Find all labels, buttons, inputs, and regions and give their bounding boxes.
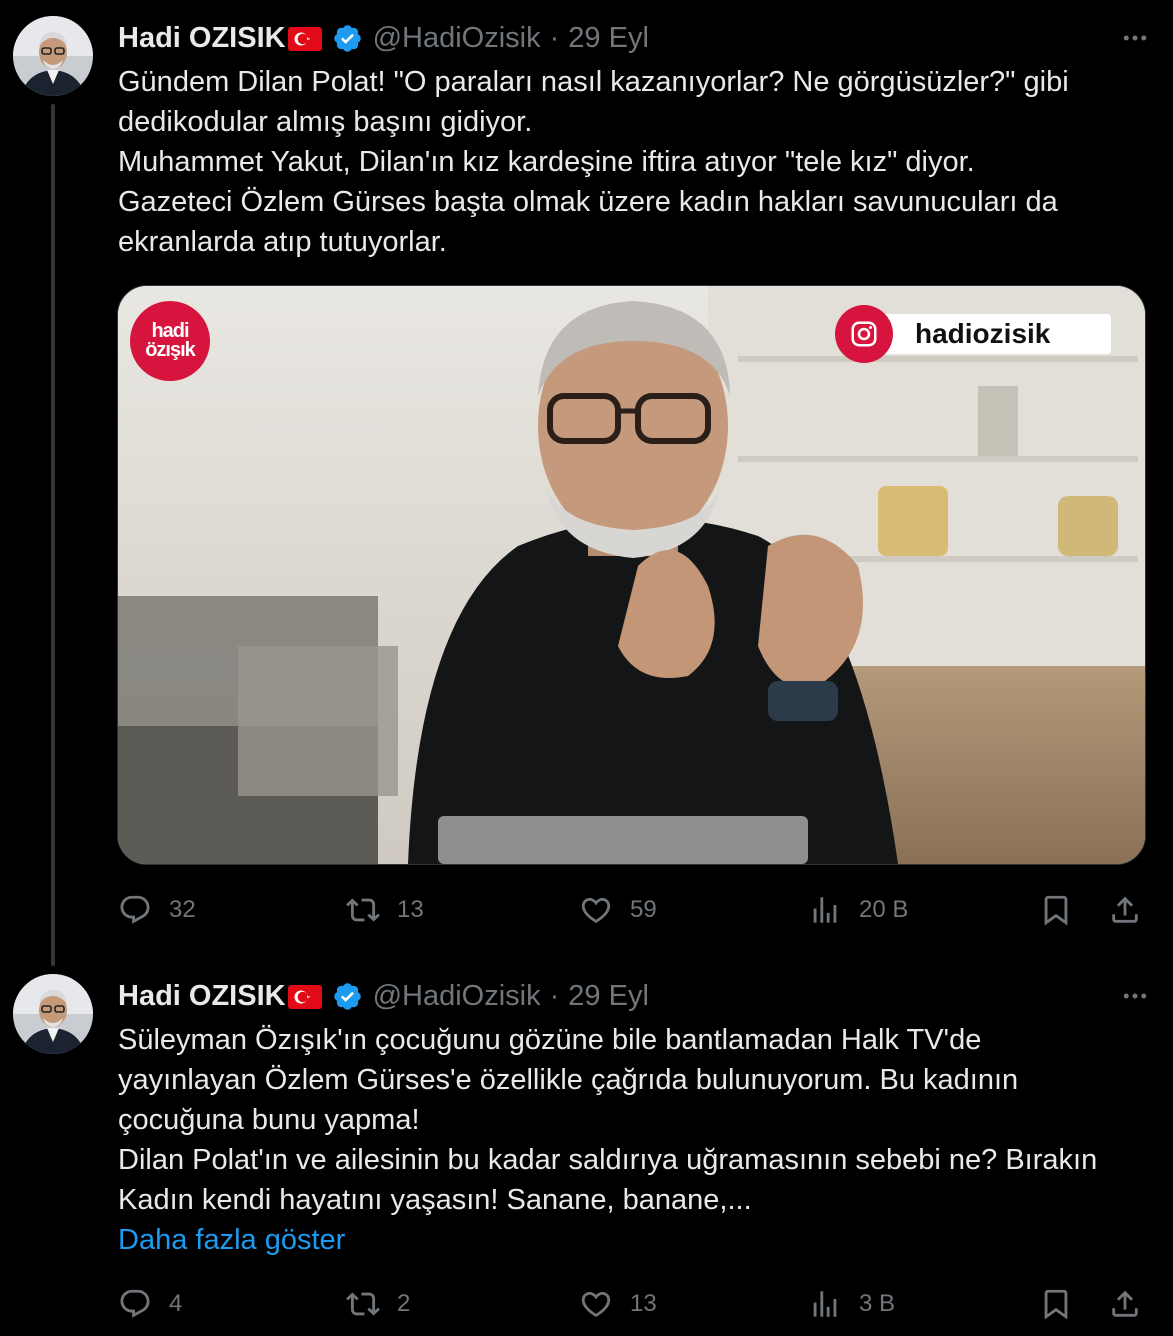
- tweet-text-line: yayınlayan Özlem Gürses'e özellikle çağr…: [118, 1064, 1019, 1096]
- instagram-icon: [835, 305, 893, 363]
- repost-count: 2: [397, 1290, 411, 1317]
- handle[interactable]: @HadiOzisik: [373, 980, 541, 1013]
- reply-count: 32: [169, 896, 196, 923]
- brand-logo-text: özışık: [145, 339, 196, 361]
- views-icon: [813, 897, 837, 923]
- more-icon: [1123, 35, 1147, 41]
- tweet-text-line: çocuğuna bunu yapma!: [118, 1104, 420, 1136]
- bookmark-icon: [1044, 1289, 1068, 1320]
- avatar[interactable]: [13, 974, 93, 1054]
- tweet[interactable]: Hadi OZISIK @HadiOzisik · 29 Eyl Gündem …: [0, 0, 1173, 966]
- separator-dot: ·: [549, 21, 560, 54]
- repost-count: 13: [397, 896, 424, 923]
- tweet-text-line: dedikodular almış başını gidiyor.: [118, 106, 533, 138]
- turkey-flag-icon: [287, 984, 322, 1009]
- like-icon: [581, 897, 611, 923]
- like-count: 13: [630, 1290, 657, 1317]
- tweet-text-line: Dilan Polat'ın ve ailesinin bu kadar sal…: [118, 1144, 1098, 1176]
- repost-icon: [346, 898, 380, 922]
- tweet-actions: 32 13 59 20 B: [118, 890, 1148, 930]
- turkey-flag-icon: [287, 26, 322, 51]
- bookmark-button[interactable]: [1039, 890, 1073, 930]
- bookmark-button[interactable]: [1039, 1284, 1073, 1324]
- tweet-text-line: Gazeteci Özlem Gürses başta olmak üzere …: [118, 186, 1058, 218]
- repost-button[interactable]: 2: [346, 1284, 410, 1324]
- video-thumbnail[interactable]: hadi özışık hadiozisik: [117, 285, 1146, 865]
- repost-icon: [346, 1292, 380, 1316]
- views-count: 20 B: [859, 896, 909, 923]
- more-options-button[interactable]: [1115, 976, 1155, 1016]
- more-options-button[interactable]: [1115, 18, 1155, 58]
- reply-icon: [120, 895, 150, 924]
- tweet-header: Hadi OZISIK @HadiOzisik · 29 Eyl: [118, 976, 649, 1016]
- share-button[interactable]: [1108, 890, 1142, 930]
- avatar[interactable]: [13, 16, 93, 96]
- repost-button[interactable]: 13: [346, 890, 424, 930]
- share-button[interactable]: [1108, 1284, 1142, 1324]
- tweet-text-line: ekranlarda atıp tutuyorlar.: [118, 226, 447, 258]
- like-button[interactable]: 13: [579, 1284, 657, 1324]
- like-count: 59: [630, 896, 657, 923]
- timestamp[interactable]: 29 Eyl: [568, 980, 649, 1013]
- verified-icon: [332, 981, 363, 1012]
- tweet-text-line: Kadın kendi hayatını yaşasın! Sanane, ba…: [118, 1184, 752, 1216]
- views-button[interactable]: 3 B: [808, 1284, 895, 1324]
- instagram-handle: hadiozisik: [879, 314, 1111, 354]
- timestamp[interactable]: 29 Eyl: [568, 22, 649, 55]
- reply-count: 4: [169, 1290, 183, 1317]
- tweet-actions: 4 2 13 3 B: [118, 1284, 1148, 1324]
- tweet-text-line: Gündem Dilan Polat! "O paraları nasıl ka…: [118, 66, 1069, 98]
- tweet-header: Hadi OZISIK @HadiOzisik · 29 Eyl: [118, 18, 649, 58]
- reply-icon: [120, 1289, 150, 1318]
- share-icon: [1112, 1290, 1138, 1317]
- like-button[interactable]: 59: [579, 890, 657, 930]
- tweet-text: Gündem Dilan Polat! "O paraları nasıl ka…: [118, 62, 1153, 262]
- reply-button[interactable]: 32: [118, 890, 196, 930]
- views-icon: [813, 1291, 837, 1317]
- tweet[interactable]: Hadi OZISIK @HadiOzisik · 29 Eyl Süleyma…: [0, 960, 1173, 1336]
- reply-button[interactable]: 4: [118, 1284, 182, 1324]
- separator-dot: ·: [549, 979, 560, 1012]
- brand-logo-badge: hadi özışık: [130, 301, 210, 381]
- thread-connector-line: [51, 104, 55, 966]
- views-count: 3 B: [859, 1290, 896, 1317]
- instagram-watermark: hadiozisik: [835, 305, 1115, 363]
- display-name[interactable]: Hadi OZISIK: [118, 980, 286, 1013]
- bookmark-icon: [1044, 895, 1068, 926]
- display-name[interactable]: Hadi OZISIK: [118, 22, 286, 55]
- video-frame-illustration: [118, 286, 1145, 864]
- handle[interactable]: @HadiOzisik: [373, 22, 541, 55]
- views-button[interactable]: 20 B: [808, 890, 908, 930]
- tweet-text-line: Muhammet Yakut, Dilan'ın kız kardeşine i…: [118, 146, 975, 178]
- verified-icon: [332, 23, 363, 54]
- show-more-link[interactable]: Daha fazla göster: [118, 1220, 1153, 1260]
- share-icon: [1112, 896, 1138, 923]
- tweet-text-line: Süleyman Özışık'ın çocuğunu gözüne bile …: [118, 1024, 982, 1056]
- more-icon: [1123, 993, 1147, 999]
- like-icon: [581, 1291, 611, 1317]
- tweet-text: Süleyman Özışık'ın çocuğunu gözüne bile …: [118, 1020, 1153, 1260]
